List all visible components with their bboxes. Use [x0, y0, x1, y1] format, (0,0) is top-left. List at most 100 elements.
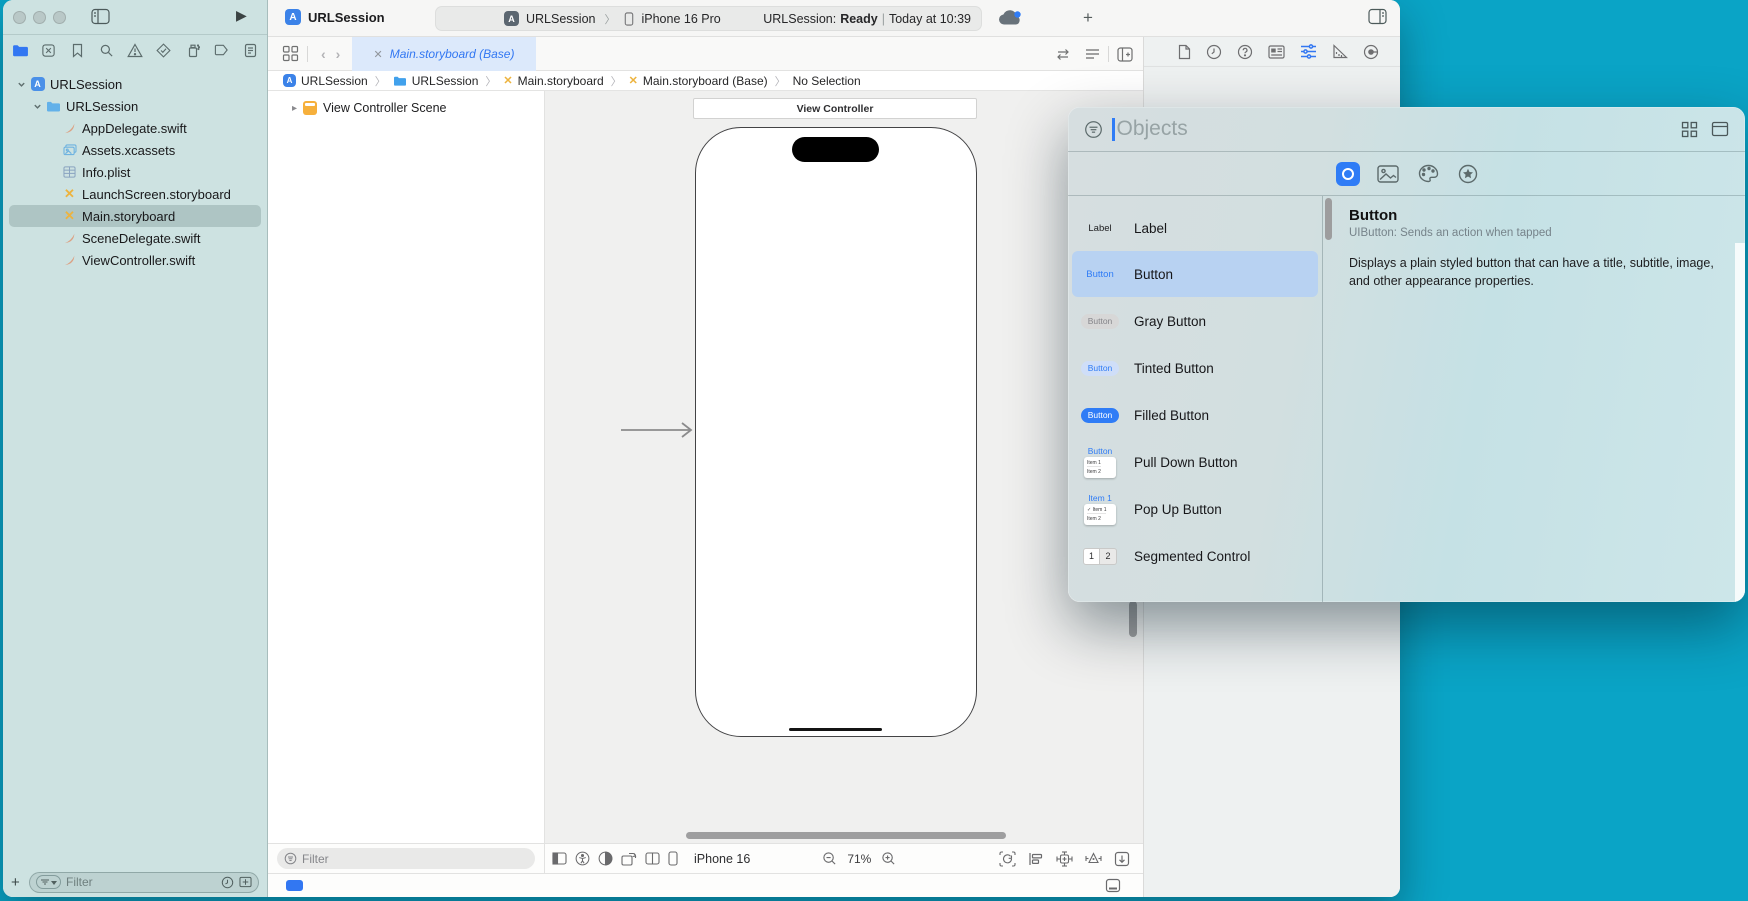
swap-editor-icon[interactable] [1055, 48, 1071, 61]
close-tab-icon[interactable]: ✕ [374, 48, 383, 61]
library-plus-button[interactable]: + [1083, 8, 1093, 28]
view-controller-view[interactable] [695, 127, 977, 737]
add-constraints-icon[interactable] [1056, 851, 1073, 867]
size-inspector-icon[interactable] [1332, 44, 1348, 59]
view-controller-header[interactable]: View Controller [693, 98, 977, 119]
jumpbar-selection[interactable]: No Selection [793, 74, 861, 88]
tab-main-storyboard[interactable]: ✕ Main.storyboard (Base) [352, 37, 536, 71]
object-item-pull-down-button[interactable]: Button Item 1Item 2 Pull Down Button [1072, 439, 1318, 485]
tree-row-file[interactable]: ViewController.swift [3, 249, 267, 271]
objects-category-icon[interactable] [1336, 162, 1360, 186]
library-search-bar[interactable]: Objects [1068, 107, 1745, 152]
connections-inspector-icon[interactable] [1363, 44, 1379, 60]
align-icon[interactable] [1028, 852, 1044, 866]
disclosure-chevron-icon[interactable] [17, 80, 27, 89]
color-category-icon[interactable] [1416, 162, 1440, 186]
cloud-account-icon[interactable] [997, 8, 1023, 27]
outline-filter-input[interactable]: Filter [277, 848, 535, 869]
device-name-label[interactable]: iPhone 16 [694, 852, 750, 866]
toggle-navigator-icon[interactable] [91, 8, 110, 25]
tests-navigator-icon[interactable] [151, 43, 177, 58]
zoom-window-button[interactable] [53, 11, 66, 24]
status-project: URLSession: [763, 12, 836, 26]
disclosure-chevron-icon[interactable]: ▸ [292, 103, 297, 114]
tree-row-file[interactable]: AppDelegate.swift [3, 117, 267, 139]
help-inspector-icon[interactable] [1237, 44, 1253, 60]
device-bezels-toggle-icon[interactable] [1105, 878, 1121, 893]
back-button[interactable]: ‹ [321, 46, 326, 62]
tree-row-group[interactable]: URLSession [3, 95, 267, 117]
object-item-segmented-control[interactable]: 12 Segmented Control [1072, 533, 1318, 579]
zoom-out-icon[interactable] [822, 851, 837, 866]
jumpbar-project[interactable]: A URLSession [283, 74, 368, 88]
scheme-selector[interactable]: A URLSession 〉 iPhone 16 Pro [504, 11, 721, 27]
toggle-inspector-icon[interactable] [1368, 8, 1387, 25]
disclosure-chevron-icon[interactable] [33, 102, 43, 111]
debug-navigator-icon[interactable] [180, 43, 206, 58]
vertical-scrollbar[interactable] [1129, 601, 1137, 637]
object-item-button-selected[interactable]: Button Button [1072, 251, 1318, 297]
embed-in-icon[interactable] [1114, 851, 1130, 867]
hide-outline-icon[interactable] [552, 852, 567, 865]
bookmarks-navigator-icon[interactable] [65, 43, 91, 58]
document-outline-toggle[interactable] [286, 880, 303, 891]
update-frames-icon[interactable] [999, 851, 1016, 867]
zoom-in-icon[interactable] [881, 851, 896, 866]
tree-row-file[interactable]: Assets.xcassets [3, 139, 267, 161]
tree-row-project[interactable]: A URLSession [3, 73, 267, 95]
initial-view-controller-arrow[interactable] [621, 421, 695, 439]
jumpbar-group[interactable]: URLSession [393, 74, 479, 88]
tree-row-file[interactable]: ✕ LaunchScreen.storyboard [3, 183, 267, 205]
forward-button[interactable]: › [336, 46, 341, 62]
object-item-label[interactable]: Label Label [1072, 205, 1318, 251]
outline-scene-row[interactable]: ▸ View Controller Scene [292, 101, 544, 115]
editor-options-icon[interactable] [1085, 48, 1100, 60]
jumpbar-file[interactable]: ✕ Main.storyboard [503, 74, 603, 88]
zoom-level-label[interactable]: 71% [847, 852, 871, 866]
accessibility-preview-icon[interactable] [575, 851, 590, 866]
project-navigator-icon[interactable] [7, 43, 33, 58]
horizontal-scrollbar[interactable] [686, 832, 1006, 839]
tree-row-file-selected[interactable]: ✕ Main.storyboard [9, 205, 261, 227]
object-item-gray-button[interactable]: Button Gray Button [1072, 298, 1318, 344]
close-window-button[interactable] [13, 11, 26, 24]
list-view-icon[interactable] [1711, 121, 1729, 138]
source-control-filter-icon[interactable] [239, 876, 252, 888]
quick-help-inspector-icon[interactable] [1268, 45, 1285, 59]
recent-files-icon[interactable] [221, 876, 234, 889]
resolve-autolayout-icon[interactable] [1085, 851, 1102, 866]
orientation-icon[interactable] [621, 852, 637, 866]
attributes-inspector-icon[interactable] [1300, 44, 1317, 59]
history-inspector-icon[interactable] [1206, 44, 1222, 60]
source-control-navigator-icon[interactable] [36, 43, 62, 58]
object-item-filled-button[interactable]: Button Filled Button [1072, 392, 1318, 438]
appearance-toggle-icon[interactable] [598, 851, 613, 866]
detail-scrollbar-track[interactable] [1735, 243, 1745, 602]
media-category-icon[interactable] [1376, 162, 1400, 186]
storyboard-canvas[interactable]: View Controller [545, 91, 1143, 843]
grid-view-icon[interactable] [1681, 121, 1698, 138]
tree-row-file[interactable]: Info.plist [3, 161, 267, 183]
file-inspector-icon[interactable] [1178, 44, 1191, 60]
related-items-icon[interactable] [282, 45, 299, 62]
reports-navigator-icon[interactable] [237, 43, 263, 58]
object-item-tinted-button[interactable]: Button Tinted Button [1072, 345, 1318, 391]
tree-row-file[interactable]: SceneDelegate.swift [3, 227, 267, 249]
add-file-button[interactable]: + [11, 874, 29, 891]
view-controller-header-label: View Controller [797, 103, 874, 115]
device-icon[interactable] [668, 851, 678, 866]
filter-options-icon[interactable] [36, 875, 61, 889]
find-navigator-icon[interactable] [93, 43, 119, 58]
issues-navigator-icon[interactable] [122, 43, 148, 58]
add-editor-icon[interactable] [1117, 47, 1133, 62]
symbols-category-icon[interactable] [1456, 162, 1480, 186]
jumpbar-localization[interactable]: ✕ Main.storyboard (Base) [629, 74, 768, 88]
split-preview-icon[interactable] [645, 852, 660, 865]
breakpoints-navigator-icon[interactable] [208, 43, 234, 57]
run-button[interactable]: ▶ [236, 7, 247, 24]
minimize-window-button[interactable] [33, 11, 46, 24]
scheme-status-pill[interactable]: A URLSession 〉 iPhone 16 Pro URLSession:… [435, 6, 982, 31]
library-filter-icon[interactable] [1084, 120, 1103, 139]
object-item-pop-up-button[interactable]: Item 1 ✓ Item 1Item 2 Pop Up Button [1072, 486, 1318, 532]
navigator-filter-input[interactable]: Filter [29, 872, 259, 893]
